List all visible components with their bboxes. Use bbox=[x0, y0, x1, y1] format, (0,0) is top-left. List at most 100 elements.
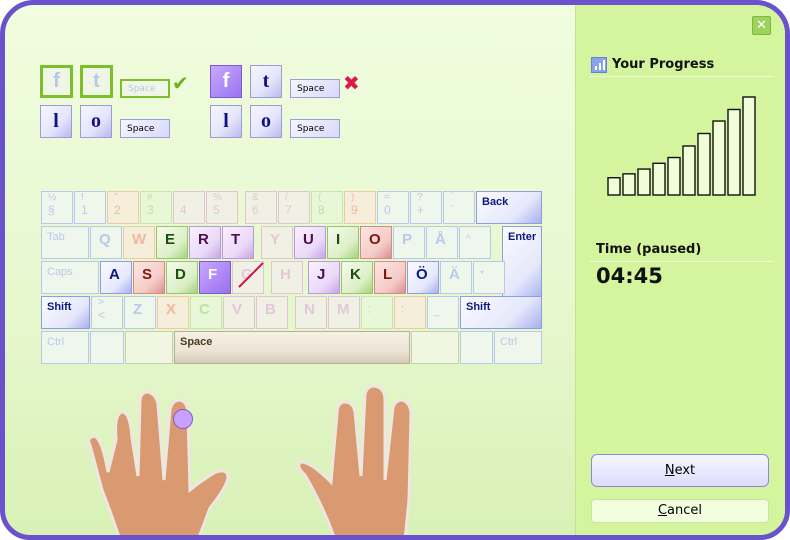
key-w: W bbox=[123, 226, 155, 259]
key-shift-label: # bbox=[147, 192, 153, 203]
key-char: Space bbox=[297, 123, 325, 134]
key-char: o bbox=[91, 110, 101, 132]
key-b: B bbox=[256, 296, 288, 329]
key-label: Z bbox=[133, 301, 143, 318]
key-0: = 0 bbox=[377, 191, 409, 224]
exercise-key-f-done: f bbox=[40, 65, 73, 98]
key-n: N bbox=[295, 296, 327, 329]
exercise-key-space: Space bbox=[120, 119, 170, 138]
key-asterisk: * bbox=[473, 261, 505, 294]
next-button[interactable]: Next bbox=[591, 454, 769, 487]
key-char: o bbox=[261, 110, 271, 132]
key-alt bbox=[125, 331, 173, 364]
key-2: " 2 bbox=[107, 191, 139, 224]
typing-tutor-window: f t Space ✔ l o Space f t Space ✖ l o Sp… bbox=[0, 0, 790, 540]
key-label: A bbox=[109, 266, 120, 283]
key-shift-label: ) bbox=[351, 192, 355, 203]
key-label: Ctrl bbox=[47, 336, 65, 348]
key-j: J bbox=[308, 261, 340, 294]
key-6: & 6 bbox=[245, 191, 277, 224]
close-button[interactable]: ✕ bbox=[752, 16, 771, 35]
key-label: D bbox=[175, 266, 186, 283]
key-label: ^ bbox=[466, 234, 471, 245]
cancel-button[interactable]: Cancel bbox=[591, 499, 769, 523]
key-s: S bbox=[133, 261, 165, 294]
key-v: V bbox=[223, 296, 255, 329]
progress-bar-9 bbox=[727, 108, 741, 196]
key-label: Q bbox=[99, 231, 111, 248]
left-hand-image bbox=[87, 390, 230, 535]
key-shift-label: = bbox=[384, 192, 390, 203]
key-label: C bbox=[199, 301, 210, 318]
key-e: E bbox=[156, 226, 188, 259]
key-label: Ö bbox=[416, 266, 428, 283]
exercise-key-o: o bbox=[80, 105, 112, 138]
key-q: Q bbox=[90, 226, 122, 259]
progress-bar-1 bbox=[607, 177, 621, 196]
exercise-key-f-current: f bbox=[210, 65, 242, 98]
key-l: L bbox=[374, 261, 406, 294]
key-x: X bbox=[157, 296, 189, 329]
key-a: A bbox=[100, 261, 132, 294]
next-mnemonic: N bbox=[664, 463, 675, 478]
key-label: Ctrl bbox=[500, 336, 518, 348]
key-label: H bbox=[280, 266, 291, 283]
key-shift-label: ( bbox=[318, 192, 322, 203]
progress-bar-4 bbox=[652, 162, 666, 196]
key-char: t bbox=[262, 70, 270, 92]
key-label: Enter bbox=[508, 231, 537, 243]
key-label: M bbox=[337, 301, 350, 318]
exercise-key-space: Space bbox=[290, 79, 340, 98]
key-m: M bbox=[328, 296, 360, 329]
key-ctrl-right: Ctrl bbox=[494, 331, 542, 364]
key-y: Y bbox=[261, 226, 293, 259]
key-label: R bbox=[198, 231, 209, 248]
key-char: l bbox=[53, 110, 59, 132]
key-label: O bbox=[369, 231, 381, 248]
key-adiaeresis: Ä bbox=[440, 261, 472, 294]
exercise-key-o: o bbox=[250, 105, 282, 138]
progress-separator bbox=[590, 76, 774, 77]
key-label: 2 bbox=[114, 203, 121, 217]
key-label: ; bbox=[368, 304, 371, 315]
key-label: 8 bbox=[318, 203, 325, 217]
key-label: § bbox=[48, 203, 55, 217]
key-caps: Caps bbox=[41, 261, 99, 294]
key-label: W bbox=[132, 231, 147, 248]
chart-icon bbox=[591, 57, 607, 73]
timer-value: 04:45 bbox=[596, 264, 663, 288]
key-5: % 5 bbox=[206, 191, 238, 224]
key-label: _ bbox=[434, 306, 440, 317]
check-icon: ✔ bbox=[172, 71, 189, 95]
key-label: 6 bbox=[252, 203, 259, 217]
key-h: H bbox=[271, 261, 303, 294]
exercise-key-l: l bbox=[210, 105, 242, 138]
progress-bar-6 bbox=[682, 145, 696, 196]
next-label: ext bbox=[674, 463, 696, 478]
key-win-left bbox=[90, 331, 124, 364]
key-label: Tab bbox=[47, 231, 65, 243]
key-d: D bbox=[166, 261, 198, 294]
key-label: 7 bbox=[285, 203, 292, 217]
key-label: K bbox=[350, 266, 361, 283]
key-label: L bbox=[383, 266, 393, 283]
key-char: Space bbox=[127, 123, 155, 134]
key-shift-label: ` bbox=[450, 192, 454, 203]
exercise-key-t: t bbox=[250, 65, 282, 98]
key-1: ! 1 bbox=[74, 191, 106, 224]
key-caret: ^ bbox=[459, 226, 491, 259]
key-label: 3 bbox=[147, 203, 154, 217]
key-shift-label: ? bbox=[417, 192, 423, 203]
key-label: B bbox=[265, 301, 276, 318]
key-label: + bbox=[417, 203, 425, 217]
key-k: K bbox=[341, 261, 373, 294]
key-label: N bbox=[304, 301, 315, 318]
exercise-key-l: l bbox=[40, 105, 72, 138]
key-aring: Å bbox=[426, 226, 458, 259]
key-label: Back bbox=[482, 196, 509, 208]
key-label: X bbox=[166, 301, 177, 318]
key-shift-left: Shift bbox=[41, 296, 90, 329]
key-t: T bbox=[222, 226, 254, 259]
key-shift-label: / bbox=[285, 192, 288, 203]
key-8: (8 bbox=[311, 191, 343, 224]
